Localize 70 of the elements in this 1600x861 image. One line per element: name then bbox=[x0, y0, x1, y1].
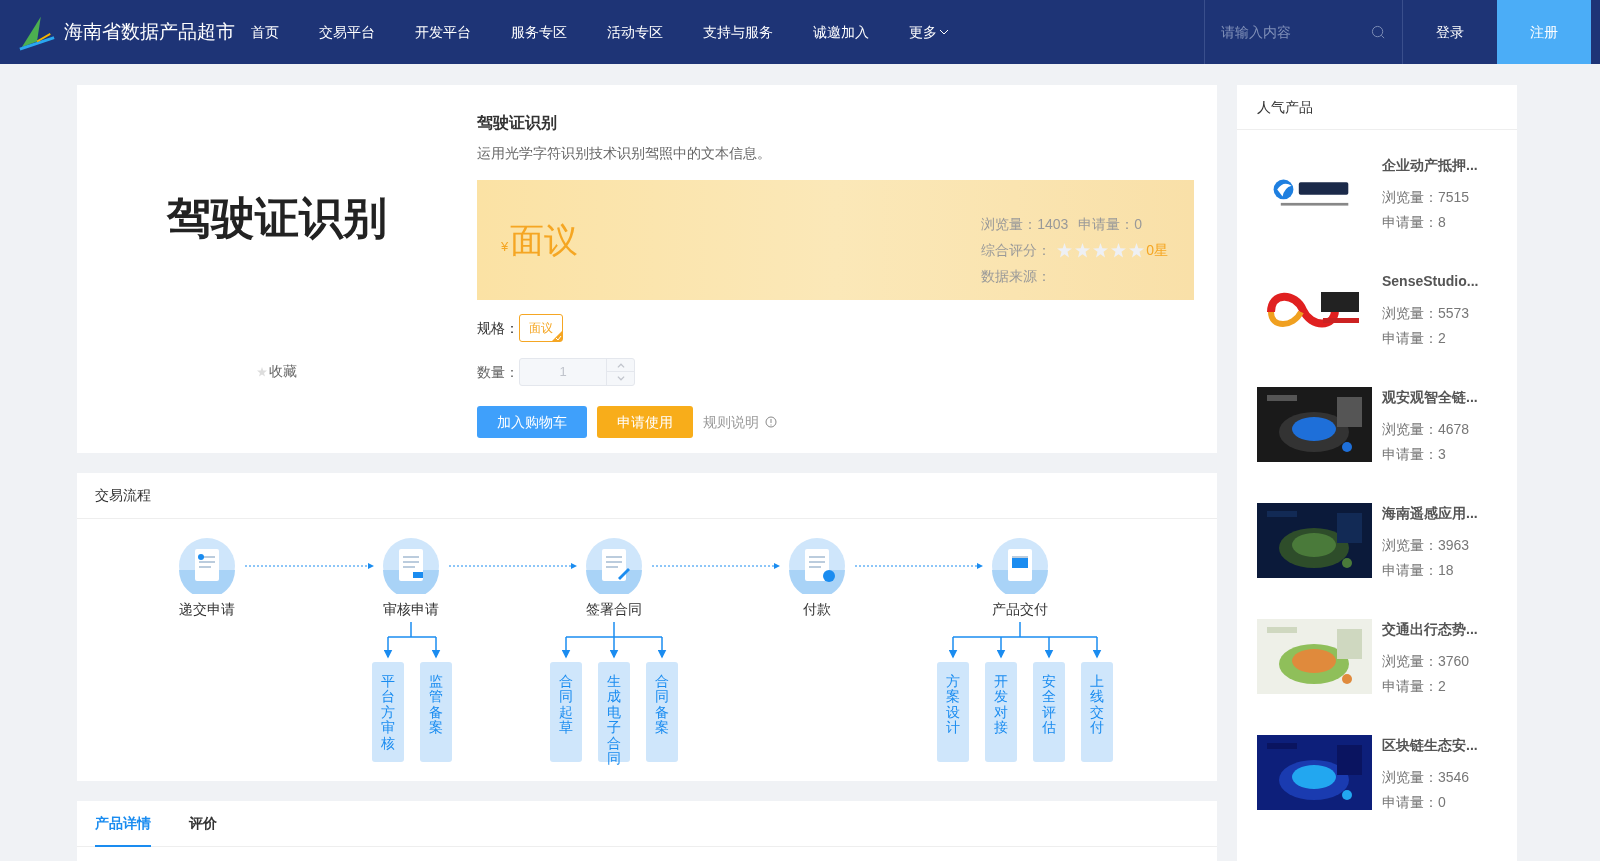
apply-count: 申请量：2 bbox=[1382, 329, 1447, 348]
product-title[interactable]: 企业动产抵押... bbox=[1382, 155, 1478, 175]
apply-count: 申请量：0 bbox=[1382, 793, 1447, 812]
nav-link[interactable]: 首页 bbox=[251, 21, 279, 43]
view-count: 浏览量：7515 bbox=[1382, 188, 1471, 207]
currency-symbol: ¥ bbox=[501, 238, 509, 257]
step-label: 付款 bbox=[802, 600, 832, 619]
view-count: 浏览量：3760 bbox=[1382, 652, 1471, 671]
document-icon bbox=[586, 538, 642, 594]
nav-link[interactable]: 支持与服务 bbox=[703, 21, 773, 43]
document-icon bbox=[789, 538, 845, 594]
rating-label: 综合评分： bbox=[981, 240, 1052, 260]
spec-label: 规格： bbox=[477, 318, 519, 338]
nav-link[interactable]: 诚邀加入 bbox=[813, 21, 869, 43]
login-button[interactable]: 登录 bbox=[1403, 0, 1497, 64]
search-icon bbox=[1371, 24, 1386, 40]
panel-title: 人气产品 bbox=[1237, 85, 1517, 130]
product-image-text: 驾驶证识别 bbox=[167, 191, 387, 245]
nav-link[interactable]: 活动专区 bbox=[607, 21, 663, 43]
step-label: 签署合同 bbox=[585, 600, 643, 619]
substep-box: 平台方审核 bbox=[372, 662, 404, 762]
info-icon bbox=[765, 416, 777, 428]
product-title[interactable]: SenseStudio... bbox=[1382, 271, 1479, 291]
nav-link[interactable]: 服务专区 bbox=[511, 21, 567, 43]
substep-box: 上线交付 bbox=[1081, 662, 1113, 762]
substep-box: 方案设计 bbox=[937, 662, 969, 762]
document-icon bbox=[179, 538, 235, 594]
step-label: 递交申请 bbox=[178, 600, 236, 619]
view-count: 浏览量：5573 bbox=[1382, 304, 1471, 323]
branch-connector bbox=[383, 621, 441, 659]
search-field[interactable]: 请输入内容 bbox=[1221, 21, 1371, 43]
product-title[interactable]: 海南遥感应用... bbox=[1382, 503, 1478, 523]
substep-box: 合同起草 bbox=[550, 662, 582, 762]
nav-link[interactable]: 开发平台 bbox=[415, 21, 471, 43]
chevron-up-icon bbox=[616, 362, 625, 368]
document-icon bbox=[992, 538, 1048, 594]
substep-box: 合同备案 bbox=[646, 662, 678, 762]
product-title: 驾驶证识别 bbox=[477, 113, 558, 133]
product-title[interactable]: 交通出行态势... bbox=[1382, 619, 1478, 639]
view-count: 浏览量：3546 bbox=[1382, 768, 1471, 787]
favorite-button[interactable]: 收藏 bbox=[257, 361, 297, 382]
view-count: 浏览量：4678 bbox=[1382, 420, 1471, 439]
view-count: 浏览量：3963 bbox=[1382, 536, 1471, 555]
substep-box: 开发对接 bbox=[985, 662, 1017, 762]
site-name: 海南省数据产品超市 bbox=[64, 19, 235, 44]
product-title[interactable]: 区块链生态安... bbox=[1382, 735, 1478, 755]
nav-link[interactable]: 交易平台 bbox=[319, 21, 375, 43]
rating-text: 0星 bbox=[1146, 240, 1168, 260]
nav-link[interactable]: 更多 bbox=[909, 21, 949, 43]
document-icon bbox=[383, 538, 439, 594]
chevron-down-icon bbox=[616, 376, 625, 381]
step-label: 审核申请 bbox=[382, 600, 440, 619]
substep-box: 监管备案 bbox=[420, 662, 452, 762]
product-title[interactable]: 观安观智全链... bbox=[1382, 387, 1478, 407]
data-source-label: 数据来源： bbox=[981, 266, 1053, 286]
star-icon bbox=[257, 366, 267, 377]
quantity-label: 数量： bbox=[477, 362, 519, 382]
step-label: 产品交付 bbox=[991, 600, 1049, 619]
view-count: 浏览量：1403 bbox=[981, 214, 1069, 234]
apply-count: 申请量：3 bbox=[1382, 445, 1447, 464]
price: 面议 bbox=[510, 219, 579, 261]
apply-count: 申请量：8 bbox=[1382, 213, 1447, 232]
apply-count: 申请量：2 bbox=[1382, 677, 1447, 696]
apply-count: 申请量：0 bbox=[1078, 214, 1143, 234]
substep-box: 安全评估 bbox=[1033, 662, 1065, 762]
tab[interactable]: 评价 bbox=[189, 801, 217, 847]
product-description: 运用光学字符识别技术识别驾照中的文本信息。 bbox=[477, 144, 772, 163]
section-title: 交易流程 bbox=[77, 473, 1217, 519]
check-corner-icon bbox=[552, 331, 562, 341]
apply-count: 申请量：18 bbox=[1382, 561, 1455, 580]
